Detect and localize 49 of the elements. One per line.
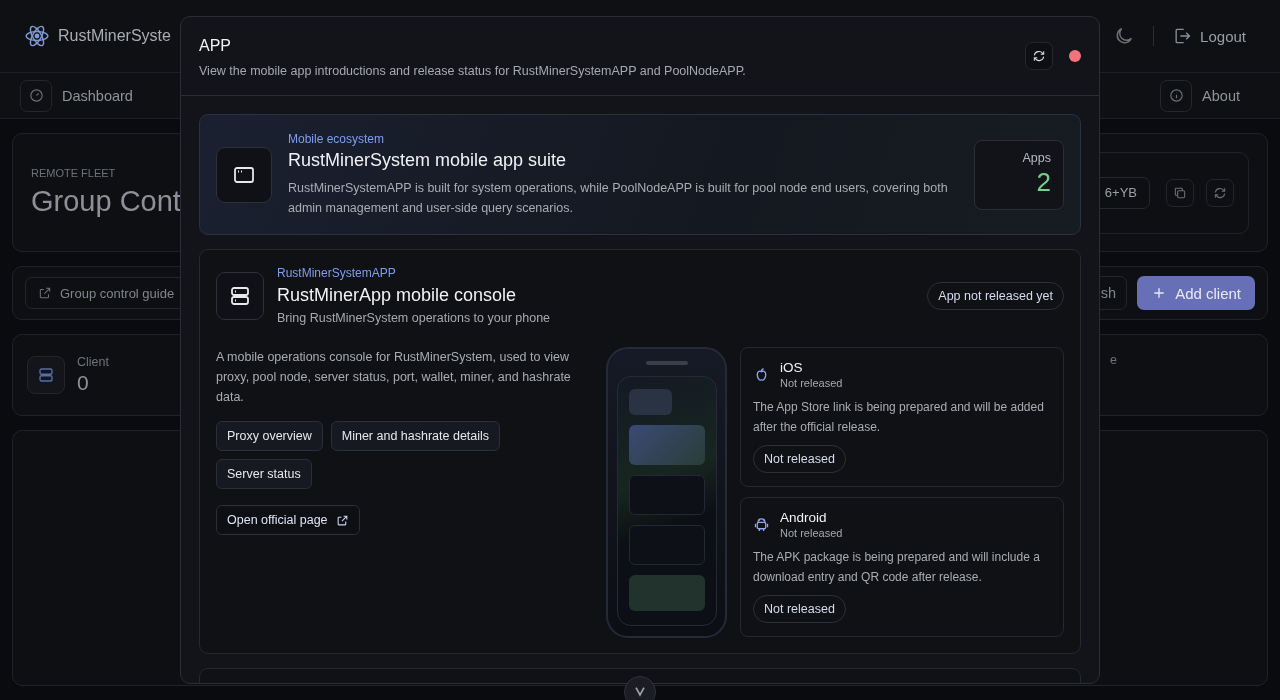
gauge-icon xyxy=(20,79,52,112)
nav-item[interactable]: About xyxy=(1160,79,1260,112)
feature-chip: Proxy overview xyxy=(216,421,323,451)
app-eyebrow: RustMinerSystemAPP xyxy=(277,266,397,280)
platform-status: Not released xyxy=(780,527,843,539)
page-title: Group Cont xyxy=(31,185,181,218)
nav-item[interactable]: Dashboard xyxy=(20,79,153,112)
server-icon xyxy=(216,271,264,320)
card-description: RustMinerSystemAPP is built for system operations, while PoolNodeAPP is built for pool node end users, covering both admin management and user-side query scenarios. xyxy=(288,179,949,217)
card-title: RustMinerSystem mobile app suite xyxy=(288,149,568,171)
platform-description: The APK package is being prepared and will include a download entry and QR code after release. xyxy=(753,549,1041,586)
atom-icon xyxy=(24,23,50,49)
status-badge: Not released xyxy=(753,445,846,473)
app-description: A mobile operations console for RustMinerSystem, used to view proxy, pool node, server status, port, wallet, miner, and hashrate data. xyxy=(216,349,572,406)
platform-name: Android xyxy=(780,510,828,525)
refresh-icon xyxy=(1032,49,1046,63)
platform-status: Not released xyxy=(780,377,843,389)
add-client-button[interactable]: Add client xyxy=(1137,276,1255,310)
feature-chip: Server status xyxy=(216,459,312,489)
count-label: Apps xyxy=(1022,151,1051,165)
window-icon xyxy=(216,146,272,203)
status-badge: App not released yet xyxy=(927,281,1064,310)
android-icon xyxy=(753,516,770,533)
platform-name: iOS xyxy=(780,360,804,375)
info-icon xyxy=(1160,79,1193,112)
close-dot[interactable] xyxy=(1069,50,1081,62)
dialog-title: APP xyxy=(199,36,232,55)
stat-label: Client xyxy=(77,355,109,369)
card-eyebrow: Mobile ecosystem xyxy=(288,131,386,146)
refresh-icon xyxy=(1213,185,1227,200)
count-value: 2 xyxy=(1036,167,1051,198)
external-link-icon xyxy=(335,513,349,527)
logout-button[interactable]: Logout xyxy=(1172,26,1256,46)
stat-label: e xyxy=(1110,353,1117,367)
official-page-link[interactable]: Open official page xyxy=(216,505,360,535)
app-subtitle: Bring RustMinerSystem operations to your phone xyxy=(277,311,552,325)
feature-chip: Miner and hashrate details xyxy=(330,421,501,451)
app-title: RustMinerApp mobile console xyxy=(277,285,518,306)
external-link-icon xyxy=(38,286,52,300)
app-name: RustMinerSyste xyxy=(58,27,171,45)
copy-icon xyxy=(1173,185,1187,200)
server-icon xyxy=(27,356,65,394)
stat-value: 0 xyxy=(77,371,90,395)
dialog-subtitle: View the mobile app introductions and release status for RustMinerSystemAPP and PoolNodeAPP. xyxy=(199,63,747,78)
copy-button[interactable] xyxy=(1166,178,1194,207)
refresh-button[interactable] xyxy=(1025,42,1053,70)
section-eyebrow: REMOTE FLEET xyxy=(31,167,117,179)
status-badge: Not released xyxy=(753,595,846,623)
platform-description: The App Store link is being prepared and will be added after the official release. xyxy=(753,399,1045,436)
